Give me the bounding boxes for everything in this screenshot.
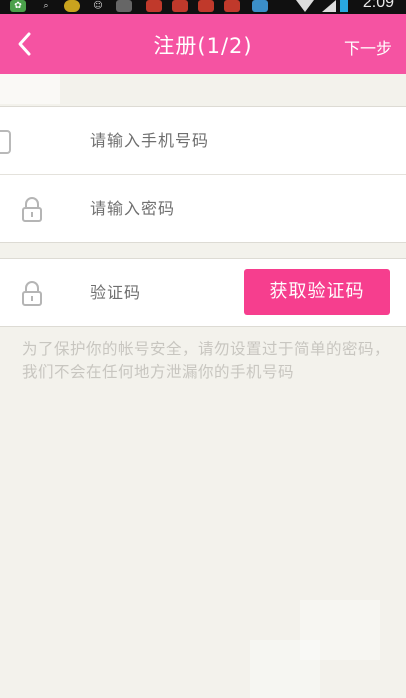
weibo-notification-icon [146, 0, 162, 12]
security-hint: 为了保护你的帐号安全，请勿设置过于简单的密码，我们不会在任何地方泄漏你的手机号码 [22, 340, 391, 381]
app-notification-icon: ✿ [10, 0, 26, 12]
next-step-button[interactable]: 下一步 [344, 35, 392, 59]
status-bar: ✿ ⌕ ☺ 2:09 [0, 0, 406, 14]
credentials-group: 请输入手机号码 请输入密码 [0, 106, 406, 243]
app-notification-icon: ☺ [93, 1, 103, 11]
battery-icon [340, 0, 348, 12]
verification-group: 验证码 获取验证码 [0, 258, 406, 327]
blur-overlay [250, 640, 320, 698]
weibo-notification-icon [198, 0, 214, 12]
lock-icon [22, 197, 42, 222]
app-notification-icon [116, 0, 132, 12]
phone-input[interactable]: 请输入手机号码 [90, 107, 209, 174]
password-field[interactable]: 请输入密码 [0, 175, 406, 242]
signal-icon [322, 0, 336, 12]
wifi-icon [296, 0, 314, 12]
blur-overlay [0, 74, 60, 104]
get-code-button[interactable]: 获取验证码 [244, 269, 390, 315]
lock-icon [22, 281, 42, 306]
nav-bar: 注册(1/2) 下一步 [0, 14, 406, 74]
app-notification-icon [64, 0, 80, 12]
password-input[interactable]: 请输入密码 [90, 175, 175, 242]
status-time: 2:09 [362, 0, 394, 11]
weibo-notification-icon [172, 0, 188, 12]
verification-code-input[interactable]: 验证码 [90, 259, 141, 326]
weibo-notification-icon [224, 0, 240, 12]
phone-field[interactable]: 请输入手机号码 [0, 107, 406, 175]
app-notification-icon [252, 0, 268, 12]
search-notification-icon: ⌕ [43, 1, 49, 11]
phone-icon [0, 130, 11, 154]
verification-code-field[interactable]: 验证码 获取验证码 [0, 259, 406, 326]
